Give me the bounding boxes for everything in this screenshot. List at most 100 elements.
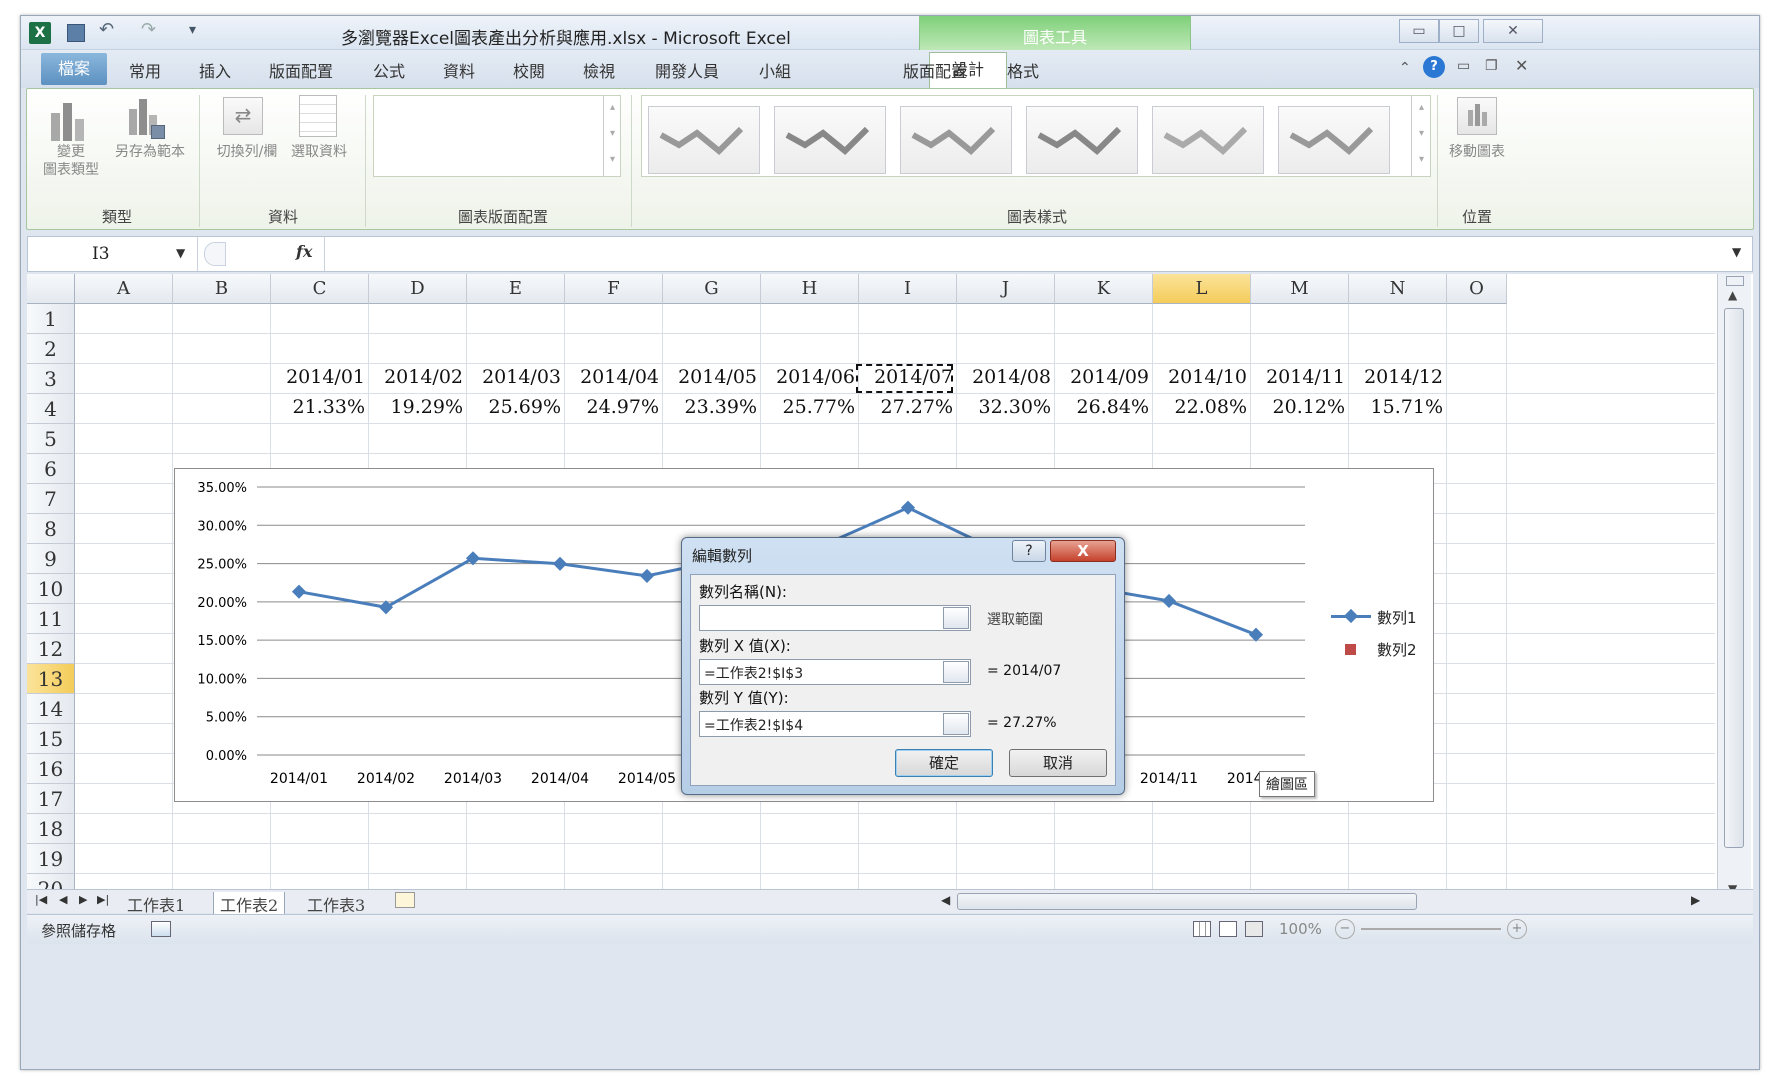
- row-header-1[interactable]: 1: [27, 304, 75, 334]
- zoom-level[interactable]: 100%: [1279, 920, 1322, 938]
- row-header-10[interactable]: 10: [27, 574, 75, 604]
- cell-f3[interactable]: 2014/04: [565, 366, 659, 388]
- workbook-close-icon[interactable]: ✕: [1515, 56, 1528, 75]
- chart-style-3[interactable]: [900, 106, 1012, 174]
- column-header-g[interactable]: G: [663, 274, 761, 304]
- change-chart-type-icon[interactable]: [49, 99, 89, 141]
- row-header-9[interactable]: 9: [27, 544, 75, 574]
- cell-j4[interactable]: 32.30%: [957, 396, 1051, 418]
- row-header-17[interactable]: 17: [27, 784, 75, 814]
- tab-formulas[interactable]: 公式: [373, 58, 405, 82]
- series-y-input[interactable]: =工作表2!$I$4: [699, 711, 971, 737]
- collapse-ribbon-icon[interactable]: ⌃: [1399, 60, 1411, 76]
- dialog-help-button[interactable]: ?: [1012, 540, 1046, 562]
- chart-style-4[interactable]: [1026, 106, 1138, 174]
- insert-sheet-icon[interactable]: [395, 892, 415, 908]
- minimize-button[interactable]: ▭: [1399, 19, 1439, 43]
- horizontal-scroll-thumb[interactable]: [957, 893, 1417, 910]
- switch-row-column-button[interactable]: 切換列/欄: [207, 143, 287, 161]
- select-data-icon[interactable]: [299, 95, 337, 137]
- cell-e3[interactable]: 2014/03: [467, 366, 561, 388]
- column-header-e[interactable]: E: [467, 274, 565, 304]
- row-header-2[interactable]: 2: [27, 334, 75, 364]
- cell-m4[interactable]: 20.12%: [1251, 396, 1345, 418]
- vertical-scrollbar[interactable]: ▲ ▼: [1717, 274, 1751, 904]
- page-break-view-icon[interactable]: [1245, 921, 1263, 937]
- save-icon[interactable]: [67, 24, 85, 42]
- tab-home[interactable]: 常用: [129, 58, 161, 82]
- cell-g4[interactable]: 23.39%: [663, 396, 757, 418]
- tab-insert[interactable]: 插入: [199, 58, 231, 82]
- row-header-4[interactable]: 4: [27, 394, 75, 424]
- tab-review[interactable]: 校閱: [513, 58, 545, 82]
- cell-l4[interactable]: 22.08%: [1153, 396, 1247, 418]
- zoom-in-icon[interactable]: +: [1507, 919, 1527, 939]
- workbook-restore-icon[interactable]: ❐: [1485, 58, 1498, 74]
- column-header-l[interactable]: L: [1153, 274, 1251, 304]
- select-data-button[interactable]: 選取資料: [283, 143, 355, 161]
- page-layout-view-icon[interactable]: [1219, 921, 1237, 937]
- row-header-18[interactable]: 18: [27, 814, 75, 844]
- row-header-16[interactable]: 16: [27, 754, 75, 784]
- row-header-7[interactable]: 7: [27, 484, 75, 514]
- row-header-14[interactable]: 14: [27, 694, 75, 724]
- cell-l3[interactable]: 2014/10: [1153, 366, 1247, 388]
- row-header-6[interactable]: 6: [27, 454, 75, 484]
- cell-n4[interactable]: 15.71%: [1349, 396, 1443, 418]
- series1-point[interactable]: [291, 584, 307, 599]
- save-as-template-button[interactable]: 另存為範本: [105, 143, 195, 161]
- column-header-b[interactable]: B: [173, 274, 271, 304]
- excel-logo-icon[interactable]: X: [29, 22, 51, 44]
- first-sheet-icon[interactable]: |◀: [35, 893, 47, 906]
- redo-icon[interactable]: ↷: [141, 19, 156, 40]
- save-template-icon[interactable]: [127, 97, 167, 139]
- tab-team[interactable]: 小組: [759, 58, 791, 82]
- undo-icon[interactable]: ↶: [99, 19, 114, 40]
- column-header-f[interactable]: F: [565, 274, 663, 304]
- prev-sheet-icon[interactable]: ◀: [59, 893, 67, 906]
- tab-page-layout[interactable]: 版面配置: [269, 58, 333, 82]
- column-header-n[interactable]: N: [1349, 274, 1447, 304]
- series1-point[interactable]: [552, 556, 568, 571]
- series-y-range-icon[interactable]: [943, 713, 969, 735]
- tab-developer[interactable]: 開發人員: [655, 58, 719, 82]
- series1-point[interactable]: [639, 568, 655, 583]
- move-chart-button[interactable]: 移動圖表: [1439, 143, 1515, 161]
- cell-n3[interactable]: 2014/12: [1349, 366, 1443, 388]
- help-icon[interactable]: ?: [1423, 56, 1445, 78]
- tab-chart-format[interactable]: 格式: [1007, 58, 1039, 82]
- column-header-h[interactable]: H: [761, 274, 859, 304]
- cell-h4[interactable]: 25.77%: [761, 396, 855, 418]
- cell-i4[interactable]: 27.27%: [859, 396, 953, 418]
- change-chart-type-button[interactable]: 變更 圖表類型: [31, 143, 111, 179]
- tab-file[interactable]: 檔案: [41, 53, 107, 85]
- insert-function-icon[interactable]: fx: [296, 242, 312, 261]
- maximize-button[interactable]: □: [1439, 19, 1479, 43]
- ok-button[interactable]: 確定: [895, 749, 993, 777]
- sheet-tab-1[interactable]: 工作表1: [127, 892, 185, 916]
- scroll-up-icon[interactable]: ▲: [1728, 288, 1737, 302]
- column-header-i[interactable]: I: [859, 274, 957, 304]
- cell-g3[interactable]: 2014/05: [663, 366, 757, 388]
- row-header-15[interactable]: 15: [27, 724, 75, 754]
- series-x-input[interactable]: =工作表2!$I$3: [699, 659, 971, 685]
- name-box-dropdown-icon[interactable]: ▼: [176, 246, 185, 260]
- column-header-c[interactable]: C: [271, 274, 369, 304]
- series-x-range-icon[interactable]: [943, 661, 969, 683]
- series1-point[interactable]: [900, 500, 916, 515]
- cancel-button[interactable]: 取消: [1009, 749, 1107, 777]
- cell-e4[interactable]: 25.69%: [467, 396, 561, 418]
- cell-c4[interactable]: 21.33%: [271, 396, 365, 418]
- split-box-icon[interactable]: [1726, 276, 1744, 286]
- scroll-thumb[interactable]: [1724, 308, 1744, 848]
- move-chart-icon[interactable]: [1457, 97, 1497, 135]
- cell-j3[interactable]: 2014/08: [957, 366, 1051, 388]
- cell-d4[interactable]: 19.29%: [369, 396, 463, 418]
- workbook-minimize-icon[interactable]: ▭: [1457, 58, 1470, 74]
- row-header-5[interactable]: 5: [27, 424, 75, 454]
- scroll-right-icon[interactable]: ▶: [1691, 893, 1700, 907]
- zoom-out-icon[interactable]: −: [1335, 919, 1355, 939]
- chart-style-6[interactable]: [1278, 106, 1390, 174]
- series-name-input[interactable]: [699, 605, 971, 631]
- tab-data[interactable]: 資料: [443, 58, 475, 82]
